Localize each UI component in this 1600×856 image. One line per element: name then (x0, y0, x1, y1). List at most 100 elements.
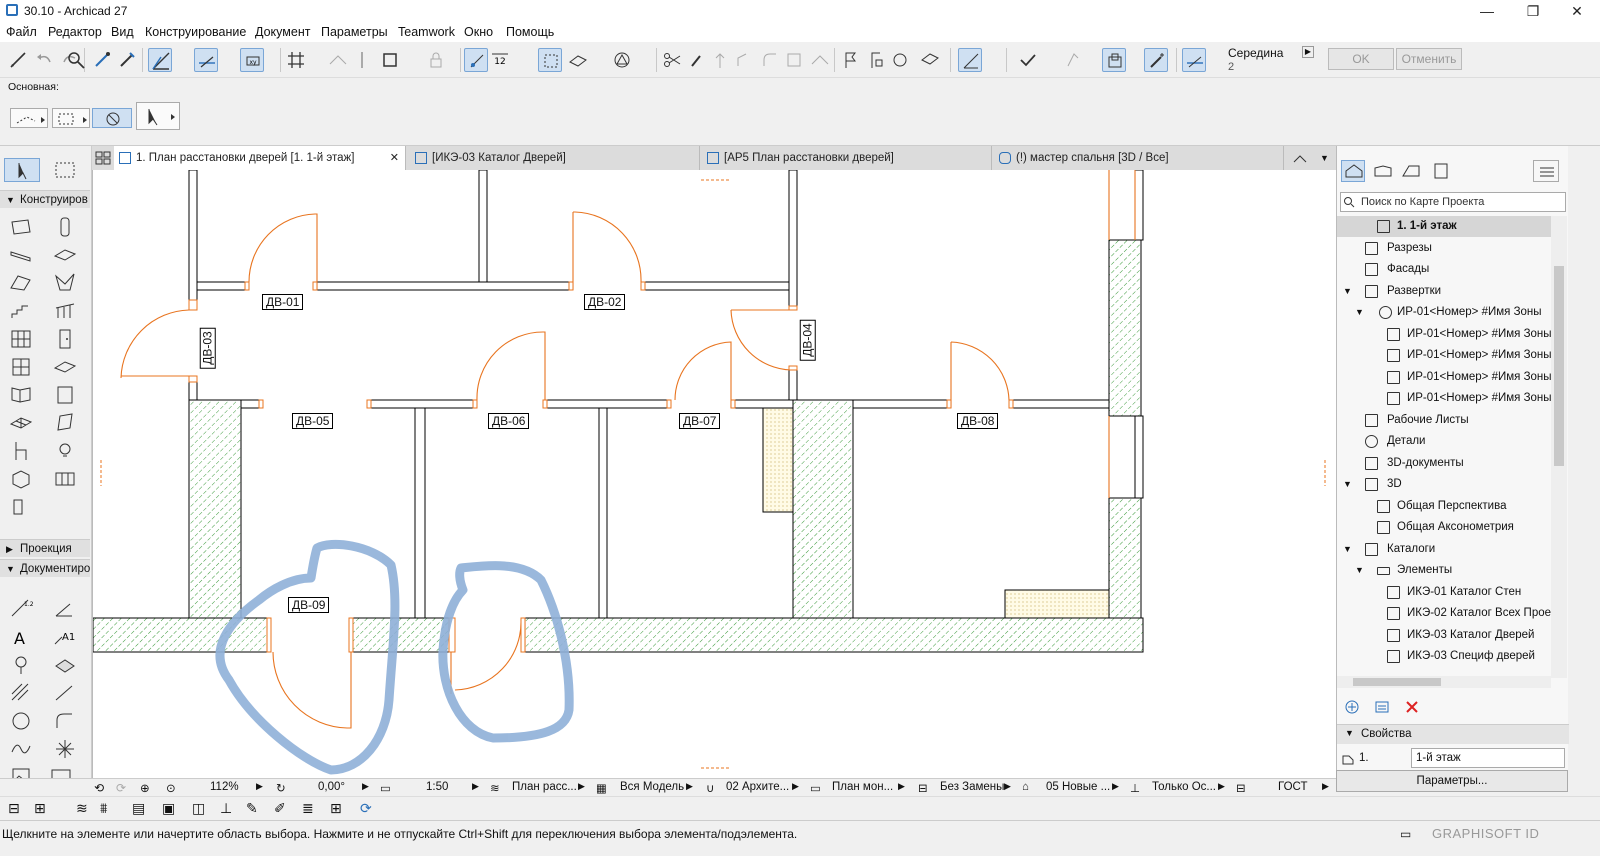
cube-icon[interactable]: ▣ (162, 800, 175, 817)
override-dropdown-icon[interactable]: ▶ (1004, 781, 1011, 792)
door-tag-dv09[interactable]: ДВ-09 (288, 597, 330, 613)
layout-icon[interactable]: ◫ (192, 800, 205, 817)
magic-wand-icon[interactable] (1144, 48, 1168, 72)
door-tag-dv01[interactable]: ДВ-01 (262, 294, 304, 310)
rotation-angle[interactable]: 0,00° (318, 781, 345, 793)
chat-icon[interactable]: ▭ (1400, 827, 1411, 841)
zone-tool-icon[interactable] (8, 466, 34, 492)
door-tag-dv04[interactable]: ДВ-04 (799, 319, 816, 361)
menu-file[interactable]: Файл (6, 25, 37, 39)
dimension-dropdown-icon[interactable]: ▶ (1322, 781, 1329, 792)
wall-tool-icon[interactable] (8, 214, 34, 240)
marquee-shape-icon[interactable] (52, 108, 90, 128)
guide-lines-icon[interactable] (148, 48, 172, 72)
opening-tool-icon[interactable] (8, 494, 34, 520)
project-map-search-input[interactable]: Поиск по Карте Проекта (1340, 192, 1566, 212)
tree-item-ike02[interactable]: ИКЭ-02 Каталог Всех Проемов (1337, 603, 1551, 624)
mesh-tool-icon[interactable] (8, 410, 34, 436)
tab-3d[interactable]: (!) мастер спальня [3D / Все] (994, 146, 1284, 170)
project-map-icon[interactable] (1341, 160, 1365, 182)
menu-design[interactable]: Конструирование (145, 25, 246, 39)
stair-tool-icon[interactable] (8, 298, 34, 324)
marquee-icon[interactable] (566, 48, 590, 72)
rotate-select-icon[interactable] (92, 108, 132, 128)
ok-button[interactable]: OK (1328, 48, 1394, 70)
model-view-options[interactable]: План мон... (832, 781, 893, 793)
paint-icon[interactable]: ✐ (274, 800, 286, 817)
renovation-filter[interactable]: 05 Новые ... (1046, 781, 1110, 793)
spline-tool-icon[interactable] (8, 736, 34, 762)
add-view-icon[interactable] (1343, 698, 1361, 716)
door-tag-dv05[interactable]: ДВ-05 (292, 413, 334, 429)
tree-item-schedules[interactable]: ▼ Каталоги (1337, 539, 1551, 560)
property-name-field[interactable]: 1-й этаж (1411, 748, 1565, 768)
label-tool-icon[interactable]: A1 (52, 624, 78, 650)
railing-tool-icon[interactable] (52, 298, 78, 324)
rotate-view-icon[interactable]: ↻ (276, 781, 286, 795)
tree-item-ir01-d[interactable]: ИР-01<Номер> #Имя Зоны (1337, 388, 1551, 409)
tab-floor-plan[interactable]: 1. План расстановки дверей [1. 1-й этаж]… (114, 146, 406, 170)
angle-dimension-tool-icon[interactable] (52, 596, 78, 622)
layer-combination[interactable]: План расс... (512, 781, 577, 793)
door-tool-icon[interactable] (52, 326, 78, 352)
tree-item-ir01[interactable]: ▼ ИР-01<Номер> #Имя Зоны (1337, 302, 1551, 323)
text-tool-icon[interactable]: A (8, 624, 34, 650)
morph-tool-icon[interactable] (52, 410, 78, 436)
angle-dropdown-icon[interactable]: ▶ (362, 781, 369, 792)
tab-door-catalog[interactable]: [ИКЭ-03 Каталог Дверей] (410, 146, 700, 170)
syringe-icon[interactable] (115, 48, 139, 72)
tree-item-sections[interactable]: Разрезы (1337, 238, 1551, 259)
layers-toggle-icon[interactable]: ≣ (302, 800, 314, 817)
publish-icon[interactable] (888, 48, 912, 72)
structure-display[interactable]: Только Ос... (1152, 781, 1216, 793)
section-marker-icon[interactable] (864, 48, 888, 72)
renovation-dropdown-icon[interactable]: ▶ (1112, 781, 1119, 792)
construction-grid-icon[interactable] (326, 48, 350, 72)
tree-item-story-1[interactable]: 1. 1-й этаж (1337, 216, 1551, 237)
move-icon[interactable] (1060, 48, 1084, 72)
roof-icon[interactable] (808, 48, 832, 72)
zoom-dropdown-icon[interactable]: ▶ (256, 781, 263, 792)
object-tool-icon[interactable] (8, 438, 34, 464)
menu-help[interactable]: Помощь (506, 25, 554, 39)
multiply-icon[interactable] (1102, 48, 1126, 72)
menu-options[interactable]: Параметры (321, 25, 388, 39)
snap-mode-value[interactable]: 2 (1228, 61, 1234, 73)
menu-window[interactable]: Окно (464, 25, 493, 39)
delete-icon[interactable] (1403, 698, 1421, 716)
undo-icon[interactable] (32, 48, 56, 72)
layout-book-icon[interactable] (1399, 160, 1423, 182)
eyedropper-icon[interactable] (90, 48, 114, 72)
dimension-standard[interactable]: ГОСТ (1278, 781, 1307, 793)
hammer-icon[interactable] (684, 48, 708, 72)
tree-item-details[interactable]: Детали (1337, 431, 1551, 452)
tab-dropdown-icon[interactable]: ▼ (1320, 150, 1332, 166)
floor-plan-canvas[interactable]: ДВ-01 ДВ-02 ДВ-03 ДВ-04 ДВ-05 ДВ-06 ДВ-0… (92, 170, 1336, 778)
sync-icon[interactable]: ⟳ (360, 800, 372, 817)
floor-plan-icon[interactable] (958, 48, 982, 72)
fillet-icon[interactable] (758, 48, 782, 72)
tab-layout[interactable]: [АР5 План расстановки дверей] (702, 146, 992, 170)
close-button[interactable]: ✕ (1554, 0, 1600, 22)
menu-view[interactable]: Вид (111, 25, 134, 39)
toolbox-projection-header[interactable]: ▶ Проекция (0, 539, 90, 557)
zoom-in-icon[interactable]: ⊕ (140, 781, 150, 795)
navigator-horizontal-scrollbar[interactable] (1337, 676, 1551, 688)
arc-tool-icon[interactable] (52, 708, 78, 734)
model-view-value[interactable]: Вся Модель (620, 781, 684, 793)
3d-window-icon[interactable] (918, 48, 942, 72)
checkmark-icon[interactable] (1016, 48, 1040, 72)
selection-method-icon[interactable] (10, 108, 48, 128)
zoom-value[interactable]: 112% (210, 781, 239, 793)
hatch-tool-icon[interactable] (8, 680, 34, 706)
arrow-select-tool[interactable] (4, 158, 40, 182)
cancel-button[interactable]: Отменить (1396, 48, 1462, 70)
model-dropdown-icon[interactable]: ▶ (686, 781, 693, 792)
midpoint-snap-icon[interactable] (1182, 48, 1206, 72)
menu-edit[interactable]: Редактор (48, 25, 102, 39)
tree-item-ike03[interactable]: ИКЭ-03 Каталог Дверей (1337, 625, 1551, 646)
door-tag-dv03[interactable]: ДВ-03 (199, 327, 216, 369)
mvo-dropdown-icon[interactable]: ▶ (898, 781, 905, 792)
shell-tool-icon[interactable] (52, 270, 78, 296)
tree-item-ike01[interactable]: ИКЭ-01 Каталог Стен (1337, 582, 1551, 603)
